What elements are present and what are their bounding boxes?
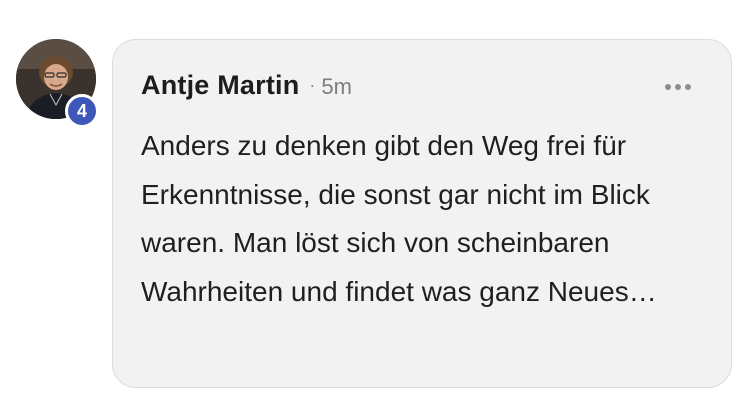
avatar-container[interactable]: 4: [16, 39, 99, 128]
notification-badge: 4: [65, 94, 99, 128]
ellipsis-dot: [665, 84, 671, 90]
ellipsis-icon[interactable]: [665, 84, 691, 90]
comment-bubble: Antje Martin · 5m Anders zu denken gibt …: [112, 39, 732, 388]
author-name[interactable]: Antje Martin: [141, 70, 299, 101]
comment-timestamp[interactable]: 5m: [321, 74, 352, 100]
comment-text: Anders zu denken gibt den Weg frei für E…: [141, 130, 657, 307]
comment-header: Antje Martin · 5m: [141, 70, 352, 101]
meta-separator: ·: [309, 75, 316, 95]
ellipsis-dot: [685, 84, 691, 90]
ellipsis-dot: [675, 84, 681, 90]
comment-thread: 4 Antje Martin · 5m Anders zu denken gib…: [0, 0, 750, 400]
